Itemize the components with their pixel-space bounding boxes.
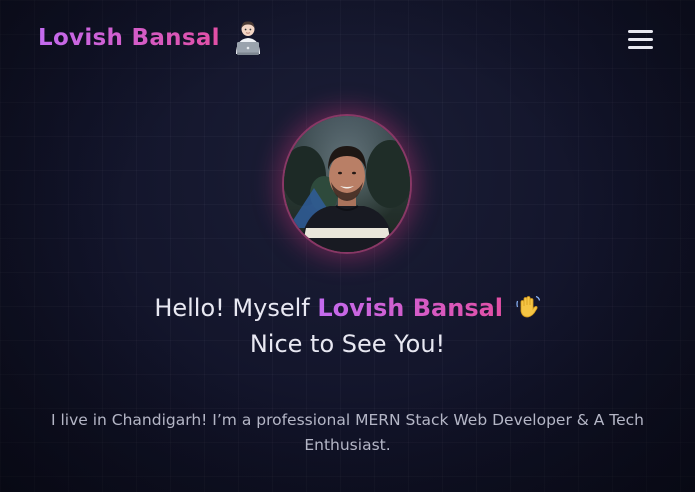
greeting-prefix: Hello! Myself xyxy=(154,294,310,322)
greeting-line-2: Nice to See You! xyxy=(249,330,446,358)
hamburger-line xyxy=(628,38,653,41)
brand-name: Lovish Bansal xyxy=(38,18,220,58)
hamburger-line xyxy=(628,46,653,49)
greeting-line-1: Hello! Myself Lovish Bansal xyxy=(0,290,695,326)
avatar xyxy=(284,116,410,252)
menu-button[interactable] xyxy=(628,28,654,50)
greeting-name: Lovish Bansal xyxy=(317,294,504,322)
waving-hand-icon xyxy=(515,294,541,320)
intro-text: I live in Chandigarh! I’m a professional… xyxy=(50,410,645,454)
technologist-laptop-icon xyxy=(228,18,268,58)
brand-logo-link[interactable]: Lovish Bansal xyxy=(38,18,268,58)
site-header: Lovish Bansal xyxy=(0,0,695,78)
hamburger-menu-icon xyxy=(628,30,653,33)
hero-greeting: Hello! Myself Lovish Bansal Nice to See … xyxy=(0,290,695,362)
avatar-wrapper xyxy=(284,116,410,252)
